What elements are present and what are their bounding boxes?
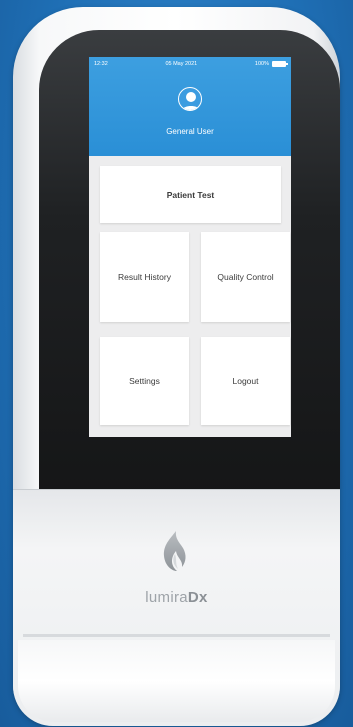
result-history-button[interactable]: Result History [100,232,189,322]
battery-indicator: 100% [254,61,288,67]
lumiradx-flame-logo [163,531,186,571]
user-avatar-icon [178,87,202,111]
base-foot [18,640,335,722]
status-date: 05 May 2021 [165,61,198,67]
brand-logo-text: lumiraDx [13,589,340,606]
battery-percent: 100% [254,61,269,67]
device-base: lumiraDx [13,489,340,726]
touch-screen: 12:32 05 May 2021 100% General User Pati… [89,57,291,437]
status-time: 12:32 [94,61,108,67]
settings-button[interactable]: Settings [100,337,189,425]
logout-button[interactable]: Logout [201,337,290,425]
user-role-label: General User [166,127,214,136]
device-body: 12:32 05 May 2021 100% General User Pati… [13,7,340,726]
base-seam [23,634,330,637]
brand-name-bold: Dx [187,589,208,606]
status-bar: 12:32 05 May 2021 100% [89,57,291,71]
brand-name-light: lumira [145,589,188,606]
quality-control-button[interactable]: Quality Control [201,232,290,322]
battery-icon [272,61,288,67]
user-header: 12:32 05 May 2021 100% General User [89,57,291,156]
patient-test-button[interactable]: Patient Test [100,166,281,223]
